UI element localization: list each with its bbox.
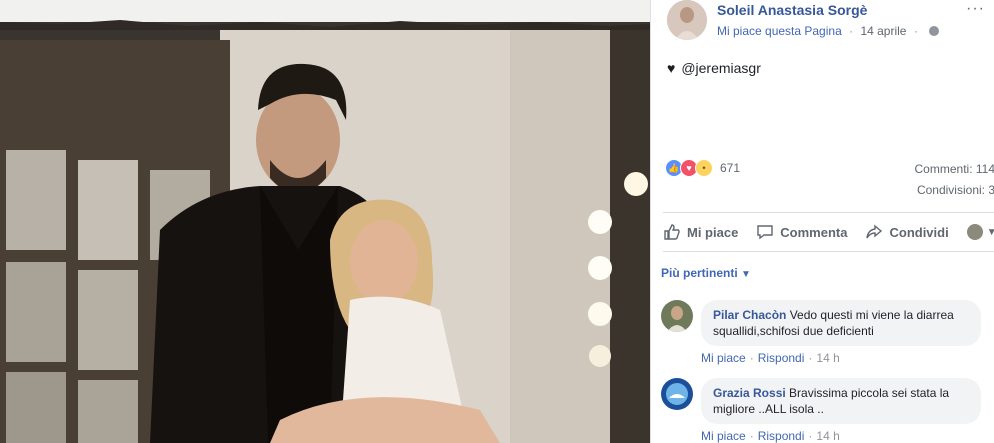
post-photo[interactable] — [0, 0, 650, 443]
avatar-image — [667, 0, 707, 40]
avatar-image — [661, 378, 693, 410]
share-label: Condividi — [889, 224, 949, 240]
post-caption: ♥ @jeremiasgr — [667, 60, 761, 76]
comment-icon — [757, 225, 773, 240]
black-heart-icon: ♥ — [667, 60, 676, 76]
comment-reply-link[interactable]: Rispondi — [758, 351, 805, 365]
commenter-avatar[interactable] — [661, 378, 693, 410]
author-avatar[interactable] — [667, 0, 707, 40]
page-like-link[interactable]: Mi piace questa Pagina — [717, 24, 842, 38]
chevron-down-icon: ▼ — [741, 269, 751, 280]
comment-actions: Mi piace · Rispondi · 14 h — [701, 429, 840, 443]
share-arrow-icon — [866, 224, 883, 239]
comment-like-link[interactable]: Mi piace — [701, 351, 746, 365]
comment-filter-label: Più pertinenti — [661, 266, 738, 280]
comment-label: Commenta — [780, 224, 848, 240]
caption-mention[interactable]: @jeremiasgr — [681, 60, 761, 76]
comment-filter-dropdown[interactable]: Più pertinenti ▼ — [661, 266, 751, 280]
reaction-as-selector[interactable]: ▼ — [966, 224, 994, 240]
comment-reply-link[interactable]: Rispondi — [758, 429, 805, 443]
wow-reaction-icon: • — [695, 159, 713, 177]
comment-bubble: Pilar Chacòn Vedo questi mi viene la dia… — [701, 300, 981, 346]
comment-actions: Mi piace · Rispondi · 14 h — [701, 351, 840, 365]
separator-dot: · — [749, 429, 754, 443]
separator-dot: · — [913, 24, 918, 38]
thumbs-up-icon — [664, 224, 680, 240]
like-label: Mi piace — [687, 224, 739, 240]
more-options-icon[interactable]: ··· — [966, 0, 985, 18]
reaction-count: 671 — [720, 161, 741, 175]
commenter-name[interactable]: Pilar Chacòn — [713, 308, 786, 322]
reactions-summary[interactable]: 👍 ♥ • 671 — [665, 158, 740, 178]
chevron-down-icon: ▼ — [986, 226, 994, 238]
comment-like-link[interactable]: Mi piace — [701, 429, 746, 443]
commenter-avatar[interactable] — [661, 300, 693, 332]
like-button[interactable]: Mi piace — [663, 223, 738, 241]
comment-button[interactable]: Commenta — [756, 223, 847, 241]
photo-illustration — [0, 0, 650, 443]
comment-time[interactable]: 14 h — [816, 351, 839, 365]
post-meta: Mi piace questa Pagina · 14 aprile · — [717, 24, 940, 38]
post-actions-bar: Mi piace Commenta Condividi ▼ — [663, 212, 994, 252]
author-name[interactable]: Soleil Anastasia Sorgè — [717, 2, 867, 18]
commenter-name[interactable]: Grazia Rossi — [713, 386, 786, 400]
comments-count[interactable]: Commenti: 114 — [915, 162, 994, 176]
post-panel: Soleil Anastasia Sorgè Mi piace questa P… — [650, 0, 994, 443]
share-button[interactable]: Condividi — [865, 223, 949, 241]
viewer-avatar — [966, 224, 983, 240]
avatar-image — [661, 300, 693, 332]
globe-icon — [929, 26, 940, 36]
separator-dot: · — [808, 429, 813, 443]
shares-count[interactable]: Condivisioni: 3 — [917, 183, 994, 197]
separator-dot: · — [849, 24, 854, 38]
comment-time[interactable]: 14 h — [816, 429, 839, 443]
separator-dot: · — [808, 351, 813, 365]
comment-bubble: Grazia Rossi Bravissima piccola sei stat… — [701, 378, 981, 424]
post-date[interactable]: 14 aprile — [860, 24, 906, 38]
separator-dot: · — [749, 351, 754, 365]
